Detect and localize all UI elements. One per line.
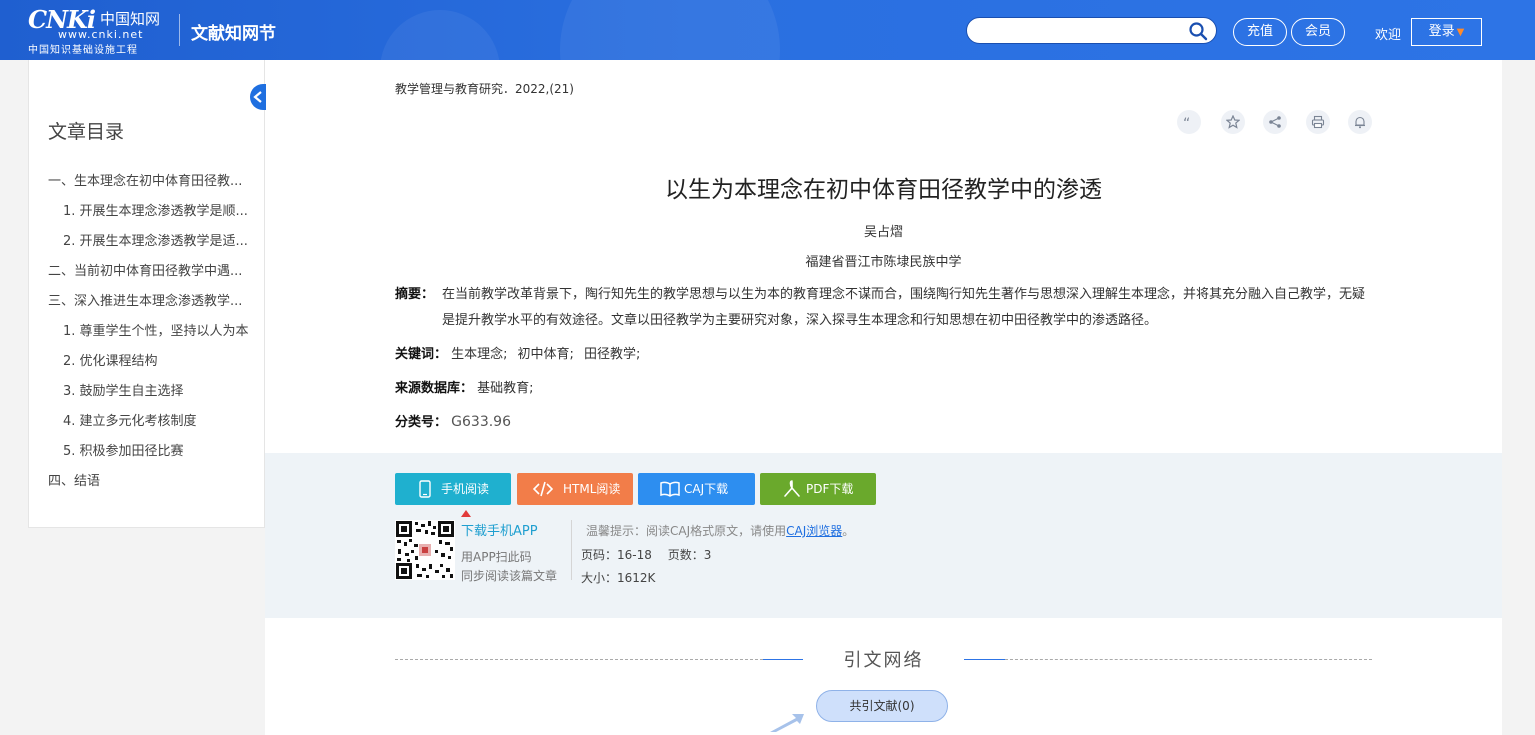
download-area: 手机阅读 HTML阅读 CAJ下载 PDF下载 下载手机APP 用APP扫此码 … (265, 453, 1502, 618)
co-citation-button[interactable]: 共引文献(0) (816, 690, 948, 722)
journal-source[interactable]: 教学管理与教育研究．2022,(21) (395, 80, 574, 97)
code-icon (533, 481, 553, 497)
quote-button[interactable]: “ (1177, 110, 1201, 134)
network-arrow-icon (770, 714, 804, 732)
pdf-download-label: PDF下载 (806, 482, 854, 496)
abstract-row: 摘要： 在当前教学改革背景下，陶行知先生的教学思想与以生为本的教育理念不谋而合，… (395, 282, 1375, 334)
app-scan-hint: 用APP扫此码 (461, 550, 532, 564)
caj-download-button[interactable]: CAJ下载 (638, 473, 755, 505)
toc-item[interactable]: 1. 开展生本理念渗透教学是顺... (48, 200, 258, 230)
chevron-down-icon: ▼ (1456, 27, 1465, 38)
mobile-read-label: 手机阅读 (441, 482, 490, 496)
article-organization[interactable]: 福建省晋江市陈埭民族中学 (265, 251, 1502, 270)
toc-item[interactable]: 三、深入推进生本理念渗透教学... (48, 290, 258, 320)
html-read-label: HTML阅读 (563, 482, 621, 496)
logo-cn-text: 中国知网 (100, 10, 161, 28)
alert-button[interactable] (1348, 110, 1372, 134)
caj-browser-link[interactable]: CAJ浏览器 (786, 524, 842, 538)
share-button[interactable] (1263, 110, 1287, 134)
download-app-link[interactable]: 下载手机APP (461, 520, 538, 539)
toc-item[interactable]: 四、结语 (48, 470, 258, 500)
pdf-icon (784, 480, 800, 497)
keyword-link[interactable]: 初中体育; (518, 347, 574, 362)
top-header: CNKi 中国知网 www.cnki.net 中国知识基础设施工程 文献知网节 … (0, 0, 1535, 60)
toc-item[interactable]: 一、生本理念在初中体育田径教... (48, 170, 258, 200)
size-value: 1612K (617, 571, 656, 585)
keywords-label: 关键词： (395, 347, 448, 362)
chevron-left-icon (253, 91, 262, 103)
recharge-button[interactable]: 充值 (1233, 18, 1287, 46)
abstract-text: 在当前教学改革背景下，陶行知先生的教学思想与以生为本的教育理念不谋而合，围绕陶行… (442, 287, 1366, 328)
source-db-row: 来源数据库： 基础教育; (395, 377, 534, 396)
search-icon[interactable] (1188, 21, 1208, 41)
toc-item[interactable]: 二、当前初中体育田径教学中遇... (48, 260, 258, 290)
caj-tip: 温馨提示：阅读CAJ格式原文，请使用CAJ浏览器。 (586, 522, 854, 539)
quote-icon: “ (1183, 116, 1190, 129)
pdf-download-button[interactable]: PDF下载 (760, 473, 876, 505)
pages-value: 16-18 (617, 548, 652, 562)
header-decoration (380, 10, 500, 60)
size-label: 大小： (581, 571, 618, 585)
html-read-button[interactable]: HTML阅读 (517, 473, 633, 505)
svg-text:“: “ (1183, 116, 1190, 129)
page-count-value: 3 (703, 548, 712, 562)
class-no-value: G633.96 (451, 414, 511, 430)
bell-icon (1355, 116, 1365, 129)
book-icon (660, 481, 680, 497)
divider (571, 520, 572, 580)
welcome-text: 欢迎 (1375, 28, 1402, 43)
caj-tip-suffix: 。 (842, 524, 855, 538)
header-decoration (560, 0, 780, 60)
caj-tip-text: 温馨提示：阅读CAJ格式原文，请使用 (586, 524, 787, 538)
logo-subtitle: 中国知识基础设施工程 (28, 45, 138, 56)
pointer-triangle (461, 510, 471, 517)
cnki-logo[interactable]: CNKi 中国知网 www.cnki.net 中国知识基础设施工程 (28, 5, 168, 56)
qr-code (395, 520, 455, 580)
page-info: 页码：16-18 页数：3 (581, 546, 711, 563)
app-sync-hint: 同步阅读该篇文章 (461, 569, 558, 583)
keywords-row: 关键词： 生本理念; 初中体育; 田径教学; (395, 343, 650, 362)
phone-icon (419, 480, 431, 498)
login-button[interactable]: 登录 ▼ (1411, 18, 1482, 46)
keyword-link[interactable]: 田径教学; (584, 347, 640, 362)
toc-item[interactable]: 1. 尊重学生个性，坚持以人为本 (48, 320, 258, 350)
member-button[interactable]: 会员 (1291, 18, 1345, 46)
site-name[interactable]: 文献知网节 (191, 19, 276, 44)
share-icon (1269, 116, 1281, 128)
star-icon (1226, 115, 1240, 129)
class-no-row: 分类号： G633.96 (395, 411, 511, 430)
favorite-button[interactable] (1221, 110, 1245, 134)
citation-network-title: 引文网络 (843, 650, 924, 671)
article-title: 以生为本理念在初中体育田径教学中的渗透 (665, 177, 1102, 203)
abstract-label: 摘要： (395, 287, 435, 302)
login-label: 登录 (1428, 24, 1455, 39)
logo-url-text: www.cnki.net (58, 28, 144, 41)
source-db-label: 来源数据库： (395, 381, 474, 396)
page-count-label: 页数： (667, 548, 704, 562)
toc-title: 文章目录 (48, 121, 125, 143)
size-info: 大小：1612K (581, 569, 655, 586)
mobile-read-button[interactable]: 手机阅读 (395, 473, 511, 505)
toc-sidebar: 文章目录 一、生本理念在初中体育田径教... 1. 开展生本理念渗透教学是顺..… (28, 60, 265, 528)
class-no-label: 分类号： (395, 415, 448, 430)
print-icon (1311, 115, 1325, 129)
toc-item[interactable]: 3. 鼓励学生自主选择 (48, 380, 258, 410)
print-button[interactable] (1306, 110, 1330, 134)
caj-download-label: CAJ下载 (684, 482, 729, 496)
search-input[interactable] (966, 17, 1217, 44)
source-db-value: 基础教育; (477, 381, 534, 396)
article-main: 教学管理与教育研究．2022,(21) “ 以生为本理念在初中体育田径教学中的渗… (265, 60, 1502, 735)
toc-list: 一、生本理念在初中体育田径教... 1. 开展生本理念渗透教学是顺... 2. … (48, 170, 258, 500)
toc-item[interactable]: 4. 建立多元化考核制度 (48, 410, 258, 440)
header-divider (179, 14, 180, 46)
toc-item[interactable]: 5. 积极参加田径比赛 (48, 440, 258, 470)
toc-item[interactable]: 2. 开展生本理念渗透教学是适... (48, 230, 258, 260)
article-author[interactable]: 吴占熠 (265, 221, 1502, 240)
keyword-link[interactable]: 生本理念; (451, 347, 507, 362)
toc-item[interactable]: 2. 优化课程结构 (48, 350, 258, 380)
pages-label: 页码： (581, 548, 618, 562)
